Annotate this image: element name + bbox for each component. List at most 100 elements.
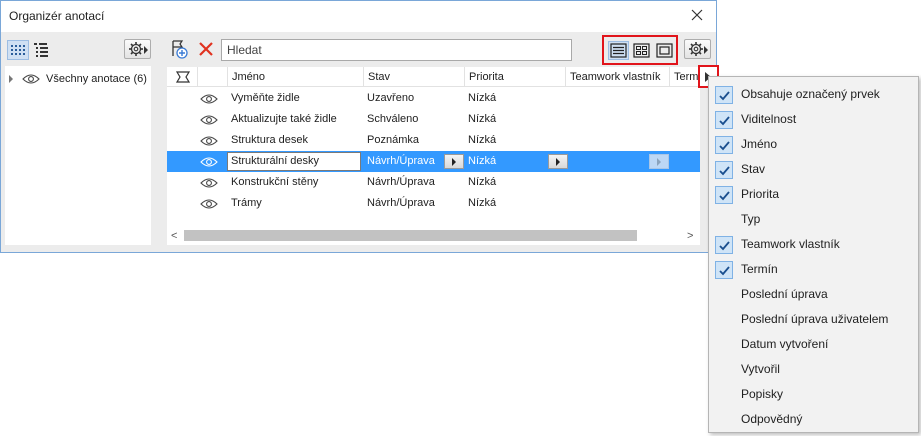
menu-item[interactable]: Typ: [709, 207, 918, 232]
tree-view-button[interactable]: [31, 40, 53, 60]
preview-view-button[interactable]: [654, 41, 675, 60]
list-view-icon: [610, 43, 627, 58]
visibility-cell[interactable]: [197, 151, 227, 172]
search-field[interactable]: [221, 39, 572, 61]
checkmark-icon: [715, 111, 733, 129]
table-row[interactable]: Struktura desek Poznámka Nízká: [167, 130, 700, 151]
status-cell[interactable]: Návrh/Úprava: [363, 172, 464, 193]
name-cell[interactable]: Trámy: [227, 193, 363, 214]
column-visibility-menu: Obsahuje označený prvek Viditelnost Jméno S…: [708, 76, 919, 433]
checkmark-icon: [715, 86, 733, 104]
eye-icon[interactable]: [200, 93, 218, 105]
scroll-left-icon[interactable]: <: [171, 230, 177, 242]
close-icon[interactable]: [689, 7, 705, 23]
priority-cell[interactable]: Nízká: [464, 172, 565, 193]
menu-item-label: Priorita: [741, 187, 780, 201]
priority-cell[interactable]: Nízká: [464, 130, 565, 151]
expand-arrow-icon[interactable]: [9, 75, 13, 83]
menu-item-label: Teamwork vlastník: [741, 237, 840, 251]
menu-item[interactable]: Priorita: [709, 182, 918, 207]
table-row[interactable]: Trámy Návrh/Úprava Nízká: [167, 193, 700, 214]
search-input[interactable]: [222, 40, 571, 60]
visibility-cell[interactable]: [197, 88, 227, 109]
eye-icon[interactable]: [22, 73, 40, 85]
menu-item-label: Jméno: [741, 137, 778, 151]
menu-item-label: Vytvořil: [741, 362, 780, 376]
priority-cell[interactable]: Nízká: [464, 193, 565, 214]
table-row[interactable]: Konstrukční stěny Návrh/Úprava Nízká: [167, 172, 700, 193]
visibility-cell[interactable]: [197, 193, 227, 214]
menu-item[interactable]: Viditelnost: [709, 107, 918, 132]
priority-cell[interactable]: Nízká: [464, 88, 565, 109]
table-row[interactable]: Aktualizujte také židle Schváleno Nízká: [167, 109, 700, 130]
table-row[interactable]: Vyměňte židle Uzavřeno Nízká: [167, 88, 700, 109]
column-header-due-date[interactable]: Termín: [669, 67, 700, 87]
eye-icon[interactable]: [200, 135, 218, 147]
name-edit-field[interactable]: Strukturální desky: [227, 152, 361, 171]
delete-annotation-button[interactable]: [195, 38, 217, 60]
menu-item[interactable]: Stav: [709, 157, 918, 182]
owner-dropdown-button: [649, 154, 669, 169]
column-header-priority[interactable]: Priorita: [464, 67, 565, 87]
visibility-cell[interactable]: [197, 109, 227, 130]
window-title: Organizér anotací: [9, 9, 105, 23]
column-header-contains-element[interactable]: [167, 67, 197, 87]
status-cell[interactable]: Poznámka: [363, 130, 464, 151]
scroll-right-icon[interactable]: >: [687, 230, 693, 242]
menu-item[interactable]: Termín: [709, 257, 918, 282]
checkmark-icon: [715, 186, 733, 204]
gear-icon: [689, 42, 703, 56]
menu-item[interactable]: Popisky: [709, 382, 918, 407]
menu-item[interactable]: Jméno: [709, 132, 918, 157]
column-header-status[interactable]: Stav: [363, 67, 464, 87]
column-header-name[interactable]: Jméno: [227, 67, 363, 87]
chevron-right-icon: [556, 158, 560, 166]
scrollbar-thumb[interactable]: [184, 230, 637, 241]
menu-item[interactable]: Teamwork vlastník: [709, 232, 918, 257]
priority-cell[interactable]: Nízká: [464, 109, 565, 130]
visibility-cell[interactable]: [197, 172, 227, 193]
checkmark-icon: [715, 236, 733, 254]
status-cell[interactable]: Návrh/Úprava: [363, 193, 464, 214]
annotation-organizer-window: Organizér anotací Všechny anotace (6) Hl…: [0, 0, 717, 253]
preview-frame-icon: [656, 43, 673, 58]
eye-icon[interactable]: [200, 114, 218, 126]
right-panel-settings-button[interactable]: [684, 39, 711, 59]
menu-item[interactable]: Obsahuje označený prvek: [709, 82, 918, 107]
priority-cell[interactable]: Nízká: [464, 151, 544, 172]
name-cell[interactable]: Konstrukční stěny: [227, 172, 363, 193]
name-cell[interactable]: Vyměňte židle: [227, 88, 363, 109]
horizontal-scrollbar[interactable]: < >: [167, 227, 700, 244]
list-view-button[interactable]: [608, 41, 629, 60]
status-cell[interactable]: Uzavřeno: [363, 88, 464, 109]
eye-icon[interactable]: [200, 198, 218, 210]
new-annotation-button[interactable]: [168, 38, 190, 60]
left-panel-settings-button[interactable]: [124, 39, 151, 59]
contains-element-icon: [175, 71, 191, 83]
visibility-cell[interactable]: [197, 130, 227, 151]
menu-item[interactable]: Poslední úprava uživatelem: [709, 307, 918, 332]
tree-list-icon: [34, 43, 48, 57]
menu-item[interactable]: Poslední úprava: [709, 282, 918, 307]
status-cell[interactable]: Návrh/Úprava: [363, 151, 443, 172]
menu-item-label: Odpovědný: [741, 412, 803, 426]
column-header-teamwork-owner[interactable]: Teamwork vlastník: [565, 67, 669, 87]
status-cell[interactable]: Schváleno: [363, 109, 464, 130]
grid-view-button[interactable]: [7, 40, 29, 60]
table-row[interactable]: Strukturální desky Návrh/Úprava Nízká: [167, 151, 700, 172]
eye-icon[interactable]: [200, 156, 218, 168]
priority-dropdown-button[interactable]: [548, 154, 568, 169]
menu-item[interactable]: Vytvořil: [709, 357, 918, 382]
thumbnail-view-button[interactable]: [631, 41, 652, 60]
name-cell[interactable]: Struktura desek: [227, 130, 363, 151]
chevron-right-icon: [452, 158, 456, 166]
column-header-visibility[interactable]: [197, 67, 227, 87]
menu-item-label: Datum vytvoření: [741, 337, 829, 351]
name-cell[interactable]: Aktualizujte také židle: [227, 109, 363, 130]
eye-icon[interactable]: [200, 177, 218, 189]
menu-item[interactable]: Odpovědný: [709, 407, 918, 432]
menu-item[interactable]: Datum vytvoření: [709, 332, 918, 357]
dot-grid-icon: [11, 45, 25, 55]
status-dropdown-button[interactable]: [444, 154, 464, 169]
tree-root-item[interactable]: Všechny anotace (6): [5, 71, 151, 89]
